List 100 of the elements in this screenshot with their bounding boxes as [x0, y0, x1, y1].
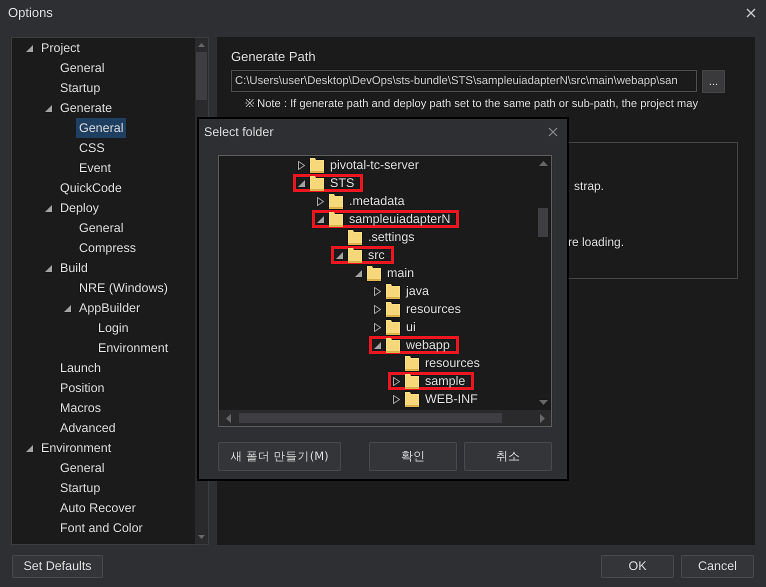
expanded-arrow-icon[interactable]: [298, 178, 305, 188]
folder-icon: [386, 301, 400, 317]
folder-name: .settings: [368, 230, 415, 244]
scroll-right-icon[interactable]: [540, 414, 545, 422]
dialog-title: Select folder: [204, 125, 274, 139]
tree-item[interactable]: Environment: [95, 338, 172, 358]
tree-item[interactable]: General: [76, 218, 126, 238]
collapsed-arrow-icon[interactable]: [393, 394, 400, 404]
new-folder-button[interactable]: 새 폴더 만들기(M): [218, 442, 341, 471]
set-defaults-button[interactable]: Set Defaults: [12, 554, 103, 578]
tree-item[interactable]: Project: [38, 38, 83, 58]
expanded-arrow-icon[interactable]: [317, 214, 324, 224]
tree-item[interactable]: Advanced: [57, 418, 119, 438]
tree-item[interactable]: Startup: [57, 478, 104, 498]
folder-icon: [405, 373, 419, 389]
folder-item[interactable]: sampleuiadapterN: [312, 210, 460, 228]
scroll-left-icon[interactable]: [226, 414, 231, 422]
folder-item[interactable]: webapp: [369, 336, 459, 354]
tree-item[interactable]: Generate: [57, 98, 116, 118]
folder-name: java: [406, 284, 429, 298]
tree-item[interactable]: Deploy: [57, 198, 102, 218]
note-text: ※ Note : If generate path and deploy path set to the same path or sub-path, the project may: [245, 97, 700, 110]
expanded-arrow-icon[interactable]: [45, 204, 52, 212]
folder-icon: [367, 265, 381, 281]
tree-item[interactable]: AppBuilder: [76, 298, 144, 318]
tree-item[interactable]: General: [57, 458, 108, 478]
tree-item[interactable]: QuickCode: [57, 178, 125, 198]
folder-name: ui: [406, 320, 416, 334]
expanded-arrow-icon[interactable]: [26, 444, 33, 452]
folder-name: sampleuiadapterN: [349, 212, 450, 226]
tree-item[interactable]: Compress: [76, 238, 139, 258]
folder-item[interactable]: src: [331, 246, 394, 264]
folder-item[interactable]: sample: [388, 372, 474, 390]
collapsed-arrow-icon[interactable]: [374, 322, 381, 332]
folder-icon: [348, 229, 362, 245]
tree-item[interactable]: CSS: [76, 138, 108, 158]
collapsed-arrow-icon[interactable]: [298, 160, 305, 170]
folder-icon: [386, 337, 400, 353]
field-label: Generate Path: [231, 49, 317, 64]
expanded-arrow-icon[interactable]: [374, 340, 381, 350]
folder-name: .metadata: [349, 194, 405, 208]
folder-item[interactable]: java: [369, 282, 438, 300]
cancel-button[interactable]: 취소: [464, 442, 552, 471]
folder-name: sample: [425, 374, 466, 388]
option-text: re loading.: [568, 235, 626, 251]
expanded-arrow-icon[interactable]: [45, 264, 52, 272]
collapsed-arrow-icon[interactable]: [374, 304, 381, 314]
tree-item[interactable]: General: [57, 58, 108, 78]
scroll-down-icon[interactable]: [198, 535, 205, 539]
expanded-arrow-icon[interactable]: [26, 44, 33, 52]
confirm-button[interactable]: 확인: [369, 442, 457, 471]
folder-item[interactable]: .metadata: [312, 192, 414, 210]
folder-item[interactable]: .settings: [331, 228, 424, 246]
collapsed-arrow-icon[interactable]: [393, 376, 400, 386]
folder-icon: [386, 283, 400, 299]
folder-item[interactable]: WEB-INF: [388, 390, 487, 408]
folder-item[interactable]: pivotal-tc-server: [293, 156, 428, 174]
folder-item[interactable]: ui: [369, 318, 425, 336]
folder-item[interactable]: STS: [293, 174, 364, 192]
path-field[interactable]: C:\Users\user\Desktop\DevOps\sts-bundle\STS\sampleuiadapterN\src\main\webapp\san: [231, 70, 697, 92]
folder-name: WEB-INF: [425, 392, 478, 406]
window-title: Options: [8, 5, 54, 20]
folder-name: STS: [330, 176, 354, 190]
ok-button[interactable]: OK: [601, 554, 674, 578]
expanded-arrow-icon[interactable]: [45, 104, 52, 112]
scroll-thumb[interactable]: [196, 52, 207, 100]
tree-item[interactable]: Position: [57, 378, 108, 398]
folder-icon: [405, 355, 419, 371]
tree-item[interactable]: Event: [76, 158, 114, 178]
tree-item[interactable]: Launch: [57, 358, 104, 378]
tree-item[interactable]: NRE (Windows): [76, 278, 171, 298]
folder-item[interactable]: resources: [388, 354, 489, 372]
tree-item[interactable]: Macros: [57, 398, 104, 418]
browse-button[interactable]: ...: [702, 70, 725, 93]
tree-item[interactable]: Login: [95, 318, 132, 338]
folder-name: src: [368, 248, 385, 262]
expanded-arrow-icon[interactable]: [336, 250, 343, 260]
tree-item[interactable]: Font and Color: [57, 518, 146, 538]
expanded-arrow-icon[interactable]: [355, 268, 362, 278]
option-text: strap.: [574, 179, 606, 195]
collapsed-arrow-icon[interactable]: [374, 286, 381, 296]
expanded-arrow-icon[interactable]: [64, 304, 71, 312]
cancel-button[interactable]: Cancel: [681, 554, 754, 578]
close-icon[interactable]: [746, 8, 756, 18]
scrollbar[interactable]: [219, 410, 551, 426]
tree-item[interactable]: Build: [57, 258, 91, 278]
tree-item[interactable]: Startup: [57, 78, 104, 98]
tree-item[interactable]: General: [76, 118, 126, 138]
scroll-thumb[interactable]: [538, 208, 548, 237]
scroll-down-icon[interactable]: [538, 400, 548, 405]
scroll-up-icon[interactable]: [198, 43, 205, 47]
folder-icon: [405, 391, 419, 407]
scroll-up-icon[interactable]: [538, 161, 548, 166]
close-icon[interactable]: [548, 127, 558, 137]
folder-item[interactable]: main: [350, 264, 424, 282]
tree-item[interactable]: Auto Recover: [57, 498, 139, 518]
folder-icon: [386, 319, 400, 335]
collapsed-arrow-icon[interactable]: [317, 196, 324, 206]
tree-item[interactable]: Environment: [38, 438, 114, 458]
folder-item[interactable]: resources: [369, 300, 470, 318]
